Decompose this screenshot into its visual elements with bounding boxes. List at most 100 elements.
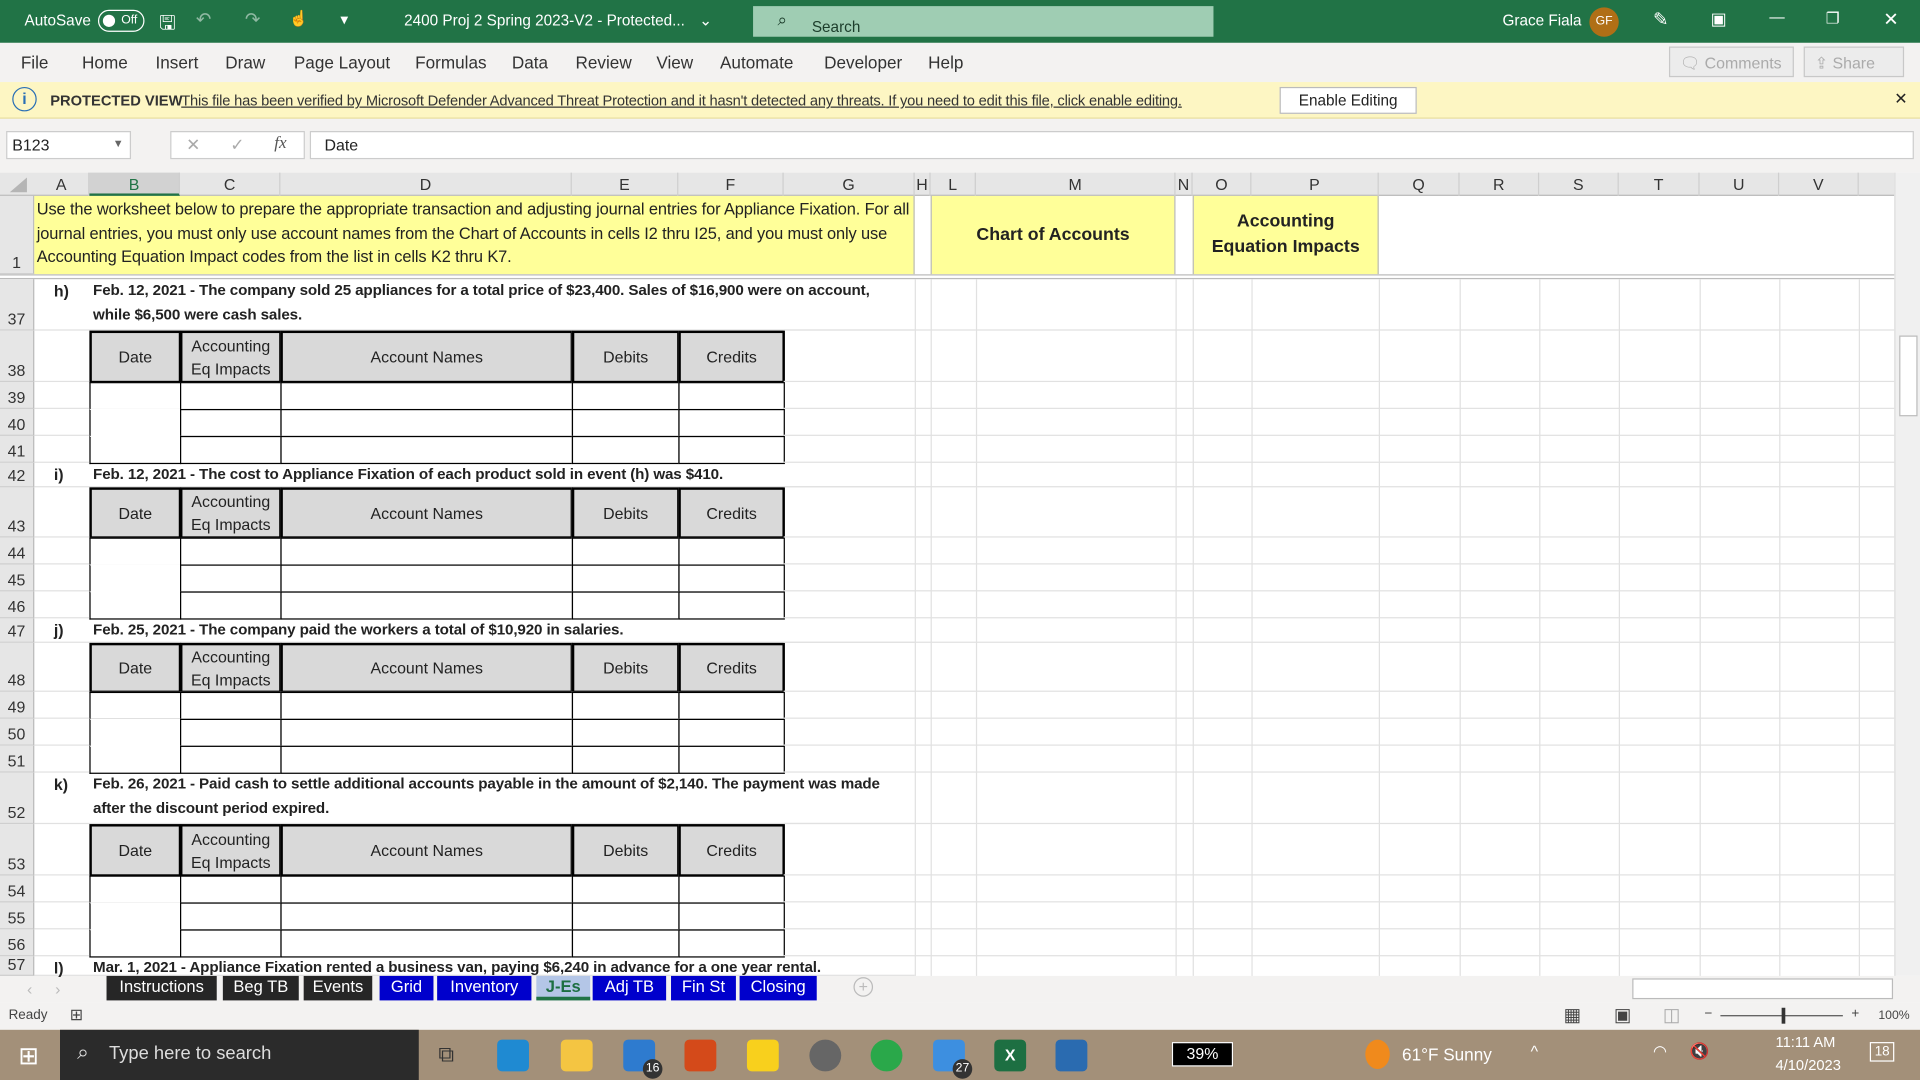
journal-cell[interactable] — [180, 537, 282, 566]
journal-cell[interactable] — [678, 408, 785, 438]
journal-cell[interactable] — [571, 382, 680, 411]
journal-cell[interactable] — [280, 691, 574, 721]
journal-cell[interactable] — [89, 875, 182, 904]
horizontal-scrollbar[interactable] — [1632, 978, 1894, 1000]
column-header-F[interactable]: F — [678, 172, 784, 196]
browser-icon[interactable] — [870, 1039, 903, 1072]
journal-cell[interactable] — [180, 435, 282, 465]
accounting-equation-impacts-header[interactable]: Accounting Equation Impacts — [1192, 195, 1379, 275]
close-icon[interactable]: ✕ — [1894, 89, 1907, 109]
journal-cell[interactable] — [280, 537, 574, 566]
row-header[interactable]: 40 — [0, 408, 35, 436]
journal-cell[interactable] — [571, 408, 680, 438]
menu-file[interactable]: File — [21, 53, 49, 73]
row-header[interactable]: 49 — [0, 691, 35, 719]
column-header-G[interactable]: G — [784, 172, 915, 196]
accessibility-icon[interactable]: ⊞ — [70, 1005, 83, 1025]
journal-header-acct-eq-impacts[interactable]: Accounting Eq Impacts — [180, 487, 282, 539]
notifications-badge[interactable]: 18 — [1869, 1042, 1895, 1062]
menu-help[interactable]: Help — [928, 53, 963, 73]
enter-icon[interactable]: ✓ — [230, 135, 244, 156]
journal-cell[interactable] — [89, 591, 182, 620]
journal-cell[interactable] — [89, 691, 182, 721]
journal-cell[interactable] — [89, 408, 182, 438]
ribbon-display-icon[interactable]: ▣ — [1711, 9, 1727, 30]
save-icon[interactable]: 🖫 — [159, 10, 176, 43]
column-header-U[interactable]: U — [1700, 172, 1780, 196]
normal-view-icon[interactable]: ▦ — [1564, 1004, 1581, 1026]
sheet-tab-instructions[interactable]: Instructions — [106, 975, 217, 1001]
scrollbar-thumb[interactable] — [1899, 335, 1918, 417]
event-description[interactable]: Feb. 12, 2021 - The cost to Appliance Fi… — [93, 463, 901, 487]
menu-view[interactable]: View — [656, 53, 693, 73]
restore-icon[interactable]: ❐ — [1826, 9, 1840, 27]
journal-cell[interactable] — [678, 382, 785, 411]
app-icon[interactable] — [684, 1039, 717, 1072]
journal-header-account-names[interactable]: Account Names — [280, 642, 574, 694]
pen-icon[interactable]: ✎ — [1653, 9, 1668, 31]
task-view-icon[interactable]: ⧉ — [438, 1042, 454, 1068]
journal-header-account-names[interactable]: Account Names — [280, 487, 574, 539]
journal-cell[interactable] — [89, 537, 182, 566]
windows-start-icon[interactable]: ⊞ — [18, 1041, 39, 1072]
row-header[interactable]: 50 — [0, 718, 35, 746]
row-header[interactable]: 48 — [0, 642, 35, 692]
column-header-R[interactable]: R — [1460, 172, 1540, 196]
journal-cell[interactable] — [280, 875, 574, 904]
journal-header-debits[interactable]: Debits — [571, 642, 680, 694]
journal-cell[interactable] — [89, 745, 182, 774]
wifi-icon[interactable]: ◠ — [1653, 1042, 1667, 1062]
next-sheet-icon[interactable]: › — [55, 980, 60, 998]
page-layout-icon[interactable]: ▣ — [1614, 1004, 1631, 1026]
todo-icon[interactable]: 27 — [933, 1039, 973, 1079]
journal-cell[interactable] — [89, 564, 182, 593]
row-header[interactable]: 1 — [0, 195, 35, 275]
journal-cell[interactable] — [280, 564, 574, 593]
column-header-L[interactable]: L — [931, 172, 976, 196]
journal-cell[interactable] — [180, 875, 282, 904]
journal-cell[interactable] — [280, 408, 574, 438]
row-header[interactable]: 37 — [0, 279, 35, 331]
cancel-icon[interactable]: ✕ — [186, 135, 200, 156]
close-icon[interactable]: ✕ — [1883, 9, 1898, 31]
event-letter[interactable]: h) — [54, 282, 69, 300]
zoom-slider-handle[interactable] — [1781, 1007, 1786, 1024]
menu-home[interactable]: Home — [82, 53, 128, 73]
select-all-button[interactable] — [9, 177, 27, 193]
journal-cell[interactable] — [180, 929, 282, 958]
mail-icon[interactable]: 16 — [623, 1039, 663, 1079]
avatar[interactable]: GF — [1589, 7, 1619, 37]
zoom-slider[interactable] — [1720, 1007, 1843, 1024]
clock-app-icon[interactable] — [809, 1039, 842, 1072]
menu-draw[interactable]: Draw — [225, 53, 265, 73]
volume-muted-icon[interactable]: 🔇 — [1690, 1042, 1710, 1062]
column-header-N[interactable]: N — [1176, 172, 1193, 196]
formula-input[interactable]: Date — [309, 131, 1914, 160]
row-header[interactable]: 56 — [0, 929, 35, 957]
journal-cell[interactable] — [678, 718, 785, 747]
event-letter[interactable]: l) — [54, 959, 64, 977]
row-header[interactable]: 54 — [0, 875, 35, 903]
menu-developer[interactable]: Developer — [824, 53, 902, 73]
journal-header-debits[interactable]: Debits — [571, 824, 680, 877]
journal-header-credits[interactable]: Credits — [678, 824, 785, 877]
menu-insert[interactable]: Insert — [156, 53, 199, 73]
vertical-scrollbar[interactable] — [1894, 172, 1920, 976]
journal-cell[interactable] — [89, 435, 182, 465]
chevron-down-icon[interactable]: ⌄ — [699, 11, 712, 29]
journal-cell[interactable] — [571, 745, 680, 774]
autosave-toggle[interactable]: Off — [97, 9, 145, 32]
prev-sheet-icon[interactable]: ‹ — [27, 980, 32, 998]
column-header-D[interactable]: D — [280, 172, 572, 196]
photos-icon[interactable] — [1055, 1039, 1088, 1072]
event-description[interactable]: Mar. 1, 2021 - Appliance Fixation rented… — [93, 956, 901, 976]
sheet-tab-inventory[interactable]: Inventory — [437, 975, 532, 1001]
column-header-C[interactable]: C — [180, 172, 281, 196]
row-header[interactable]: 45 — [0, 564, 35, 592]
journal-cell[interactable] — [280, 745, 574, 774]
row-header[interactable]: 43 — [0, 487, 35, 538]
user-name[interactable]: Grace Fiala — [1502, 12, 1581, 29]
taskbar-search[interactable]: ⌕ Type here to search — [60, 1029, 419, 1080]
journal-cell[interactable] — [571, 564, 680, 593]
sheet-tab-fin-st[interactable]: Fin St — [671, 975, 736, 1001]
